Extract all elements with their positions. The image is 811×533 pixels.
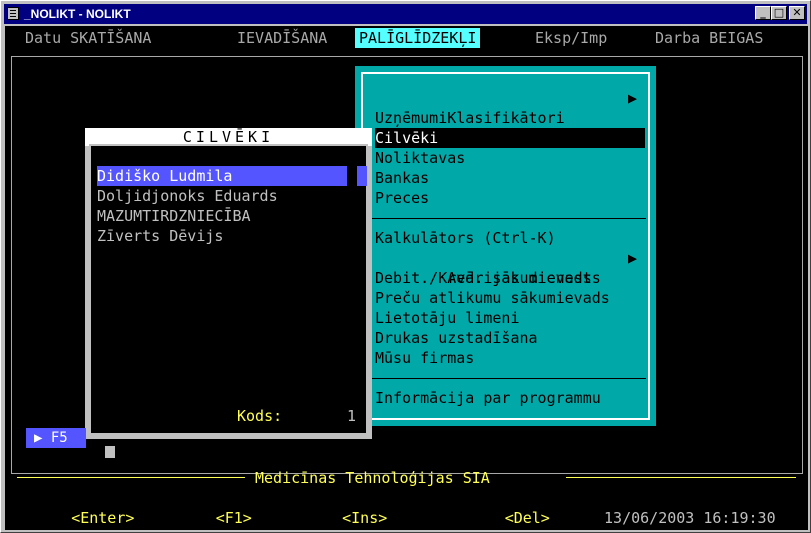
menu-datu-skatisana[interactable]: Datu SKATĪŠANA [25,28,151,48]
menu-shadow-bottom [375,426,677,446]
menu-item-musu-firmas[interactable]: Mūsu firmas [375,348,645,368]
submenu-arrow-icon: ▶ [627,249,637,267]
list-item[interactable]: Doljidjonoks Eduards [97,186,278,206]
menu-item-bankas[interactable]: Bankas [375,168,645,188]
menu-ievadisana[interactable]: IEVADĪŠANA [237,28,327,48]
paliglidzekli-menu: Klasifikātori ▶ Uzņēmumi Cilvēki Nolikta… [355,66,656,426]
menu-separator [363,378,646,379]
hint-f1-key: <F1> [215,509,252,527]
menu-item-drukas[interactable]: Drukas uzstadīšana [375,328,645,348]
menu-separator [363,218,646,219]
menu-item-avarijas-dienests[interactable]: Avārijas dienests ▶ [375,248,645,287]
footer-line-left [17,477,245,478]
hint-enter: -Izvēle, [134,509,216,527]
title-bar[interactable]: _NOLIKT - NOLIKT _ □ ✕ [4,4,807,24]
menu-item-informacija[interactable]: Informācija par programmu [375,388,645,408]
people-list-panel: Didiško Ludmila Doljidjonoks Eduards MAZ… [89,144,368,435]
menu-shadow [657,88,677,446]
hint-ins: -Papildināt, [387,509,505,527]
menu-item-lietotaju-limeni[interactable]: Lietotāju limeni [375,308,645,328]
menu-darba-beigas[interactable]: Darba BEIGAS [655,28,763,48]
menu-item-noliktavas[interactable]: Noliktavas [375,148,645,168]
dialog-shadow-2 [135,446,375,466]
list-item[interactable]: Didiško Ludmila [97,166,347,186]
menu-item-debit-kred[interactable]: Debit./Kred. sākumievads [375,268,645,288]
menu-item-uznemumi[interactable]: Uzņēmumi [375,108,645,128]
scrollbar-thumb[interactable] [357,166,367,186]
menu-eksp-imp[interactable]: Eksp/Imp [535,28,607,48]
window-title: _NOLIKT - NOLIKT [24,7,131,21]
footer-line-right [566,477,796,478]
datetime: 13/06/2003 16:19:30 [604,509,776,527]
people-dialog: CILVĒKI Didiško Ludmila Doljidjonoks Edu… [85,128,372,439]
status-bar: <Enter>-Izvēle, <F1>-Izlabot, <Ins>-Papi… [17,488,797,527]
submenu-arrow-icon: ▶ [627,89,637,107]
code-value: 1 [347,407,357,425]
scroll-marker [105,446,115,458]
minimize-button[interactable]: _ [755,6,771,20]
menu-item-precu-atlikumu[interactable]: Preču atlikumu sākumievads [375,288,645,308]
hint-enter-key: <Enter> [71,509,135,527]
hint-ins-key: <Ins> [342,509,388,527]
app-icon[interactable] [7,7,19,20]
menu-paliglidzekli[interactable]: PALĪGLĪDZEKĻI [355,28,481,48]
code-label: Kods: [237,407,283,425]
app-window: _NOLIKT - NOLIKT _ □ ✕ Datu SKATĪŠANA IE… [0,0,811,533]
list-item[interactable]: MAZUMTIRDZNIECĪBA [97,206,251,226]
company-name: Medicīnas Tehnoloģijas SIA [255,469,490,487]
hint-f1: -Izlabot, [251,509,343,527]
close-button[interactable]: ✕ [789,6,805,20]
hint-del-key: <Del> [504,509,550,527]
maximize-button[interactable]: □ [771,6,787,20]
hint-del: -Dzēst [549,509,605,527]
f5-button[interactable]: ▶ F5 [26,428,86,448]
menu-item-kalkulators[interactable]: Kalkulātors (Ctrl-K) [375,228,645,248]
list-item[interactable]: Zīverts Dēvijs [97,226,223,246]
menu-item-klasifikatori[interactable]: Klasifikātori ▶ [375,88,645,127]
terminal-screen: Datu SKATĪŠANA IEVADĪŠANA PALĪGLĪDZEKĻI … [5,26,808,530]
menu-item-preces[interactable]: Preces [375,188,645,208]
menu-item-cilveki[interactable]: Cilvēki [375,128,645,148]
